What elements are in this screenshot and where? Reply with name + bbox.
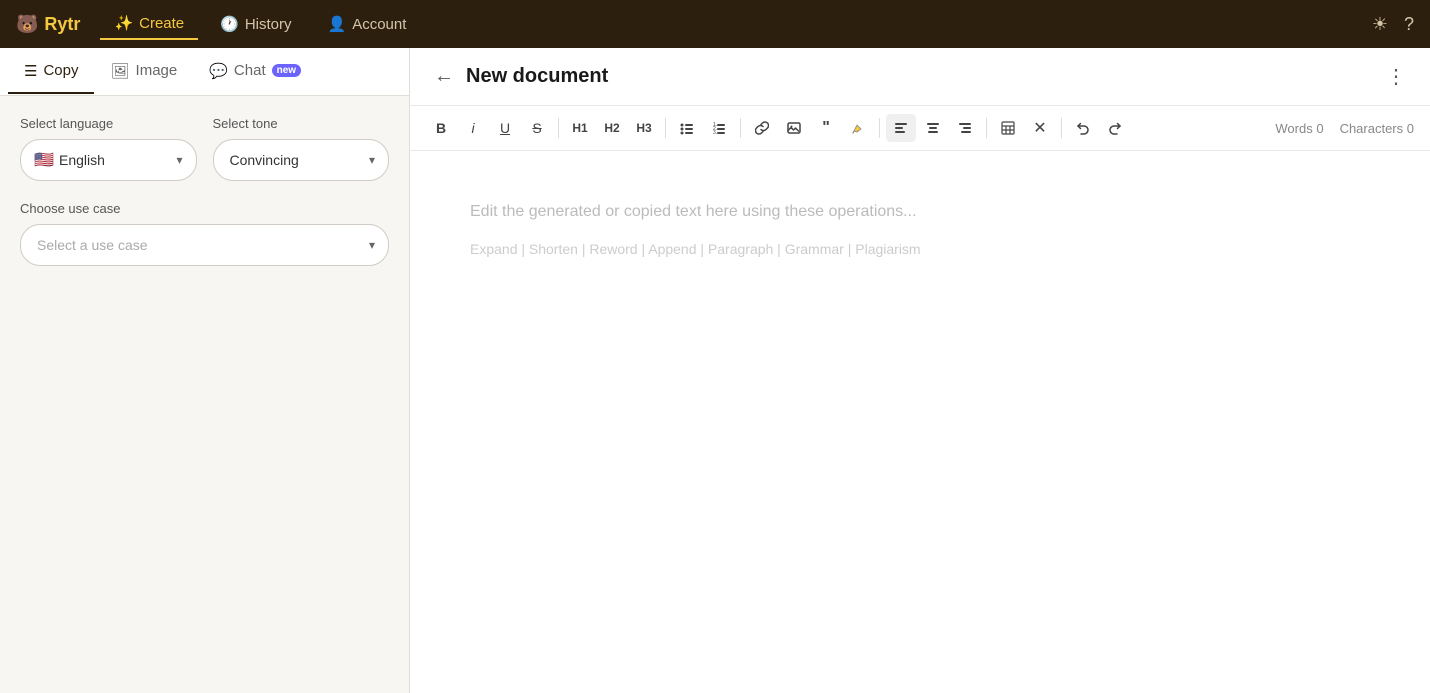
back-button[interactable]: ← [434, 65, 454, 88]
words-label: Words [1275, 121, 1312, 136]
history-icon: 🕐 [220, 15, 239, 33]
bold-button[interactable]: B [426, 114, 456, 142]
strikethrough-button[interactable]: S [522, 114, 552, 142]
nav-account[interactable]: 👤 Account [314, 9, 421, 39]
h1-button[interactable]: H1 [565, 114, 595, 142]
tone-label: Select tone [213, 116, 390, 131]
language-select-wrapper: 🇺🇸 English Spanish French German ▾ [20, 139, 197, 181]
nav-create[interactable]: ✨ Create [100, 8, 198, 40]
tone-select[interactable]: Convincing Casual Formal Friendly Profes… [213, 139, 390, 181]
language-group: Select language 🇺🇸 English Spanish Frenc… [20, 116, 197, 181]
use-case-group: Choose use case Select a use case Blog P… [20, 201, 389, 266]
use-case-label: Choose use case [20, 201, 389, 216]
logo-emoji: 🐻 [16, 14, 38, 35]
create-icon: ✨ [114, 14, 133, 32]
copy-icon: ☰ [24, 62, 37, 80]
language-label: Select language [20, 116, 197, 131]
align-right-button[interactable] [950, 114, 980, 142]
clear-format-button[interactable]: ✕ [1025, 114, 1055, 142]
chat-tab-icon: 💬 [209, 62, 228, 80]
language-select[interactable]: English Spanish French German [20, 139, 197, 181]
word-count-area: Words 0 Characters 0 [1275, 121, 1414, 136]
ordered-list-button[interactable]: 1. 2. 3. [704, 114, 734, 142]
words-display: Words 0 [1275, 121, 1323, 136]
nav-history[interactable]: 🕐 History [206, 9, 305, 39]
toolbar-separator-1 [558, 118, 559, 138]
tab-chat[interactable]: 💬 Chat new [193, 50, 317, 94]
tone-select-wrapper: Convincing Casual Formal Friendly Profes… [213, 139, 390, 181]
more-options-button[interactable]: ⋮ [1386, 64, 1406, 89]
use-case-select-wrapper: Select a use case Blog Post Email Ad Cop… [20, 224, 389, 266]
table-button[interactable] [993, 114, 1023, 142]
redo-button[interactable] [1100, 114, 1130, 142]
logo-text: Rytr [44, 14, 80, 35]
editor-placeholder: Edit the generated or copied text here u… [470, 199, 1370, 225]
editor-body[interactable]: Edit the generated or copied text here u… [410, 151, 1430, 693]
characters-label: Characters [1340, 121, 1404, 136]
language-tone-row: Select language 🇺🇸 English Spanish Frenc… [20, 116, 389, 181]
sidebar: ☰ Copy 🖼 Image 💬 Chat new Select languag… [0, 48, 410, 693]
align-center-button[interactable] [918, 114, 948, 142]
toolbar-separator-2 [665, 118, 666, 138]
words-value: 0 [1316, 121, 1323, 136]
nav-create-label: Create [139, 15, 184, 32]
document-title: New document [466, 65, 1386, 88]
tab-copy-label: Copy [43, 62, 78, 79]
tab-copy[interactable]: ☰ Copy [8, 50, 94, 94]
toolbar-separator-6 [1061, 118, 1062, 138]
account-icon: 👤 [328, 15, 347, 33]
bullet-list-button[interactable] [672, 114, 702, 142]
quote-button[interactable]: " [811, 114, 841, 142]
nav-right: ☀ ? [1372, 14, 1414, 35]
chat-badge: new [272, 64, 301, 77]
editor-hint: Expand | Shorten | Reword | Append | Par… [470, 241, 1370, 257]
sidebar-tabs: ☰ Copy 🖼 Image 💬 Chat new [0, 48, 409, 96]
characters-display: Characters 0 [1340, 121, 1414, 136]
top-navigation: 🐻 Rytr ✨ Create 🕐 History 👤 Account ☀ ? [0, 0, 1430, 48]
image-tab-icon: 🖼 [110, 62, 129, 80]
sun-icon[interactable]: ☀ [1372, 14, 1388, 35]
tab-image[interactable]: 🖼 Image [94, 50, 193, 94]
svg-text:3.: 3. [713, 130, 717, 135]
toolbar-separator-3 [740, 118, 741, 138]
toolbar-separator-4 [879, 118, 880, 138]
tab-chat-label: Chat [234, 62, 266, 79]
nav-history-label: History [245, 16, 292, 33]
h2-button[interactable]: H2 [597, 114, 627, 142]
logo[interactable]: 🐻 Rytr [16, 14, 80, 35]
image-button[interactable] [779, 114, 809, 142]
align-left-button[interactable] [886, 114, 916, 142]
editor-toolbar: B i U S H1 H2 H3 1. [410, 106, 1430, 151]
tab-image-label: Image [136, 62, 178, 79]
tone-group: Select tone Convincing Casual Formal Fri… [213, 116, 390, 181]
italic-button[interactable]: i [458, 114, 488, 142]
nav-account-label: Account [352, 16, 406, 33]
toolbar-separator-5 [986, 118, 987, 138]
undo-button[interactable] [1068, 114, 1098, 142]
editor-header: ← New document ⋮ [410, 48, 1430, 106]
main-layout: ☰ Copy 🖼 Image 💬 Chat new Select languag… [0, 48, 1430, 693]
highlight-button[interactable] [843, 114, 873, 142]
help-icon[interactable]: ? [1404, 14, 1414, 35]
link-button[interactable] [747, 114, 777, 142]
underline-button[interactable]: U [490, 114, 520, 142]
characters-value: 0 [1407, 121, 1414, 136]
use-case-select[interactable]: Select a use case Blog Post Email Ad Cop… [20, 224, 389, 266]
h3-button[interactable]: H3 [629, 114, 659, 142]
editor-area: ← New document ⋮ B i U S H1 H2 H3 [410, 48, 1430, 693]
sidebar-content: Select language 🇺🇸 English Spanish Frenc… [0, 96, 409, 693]
